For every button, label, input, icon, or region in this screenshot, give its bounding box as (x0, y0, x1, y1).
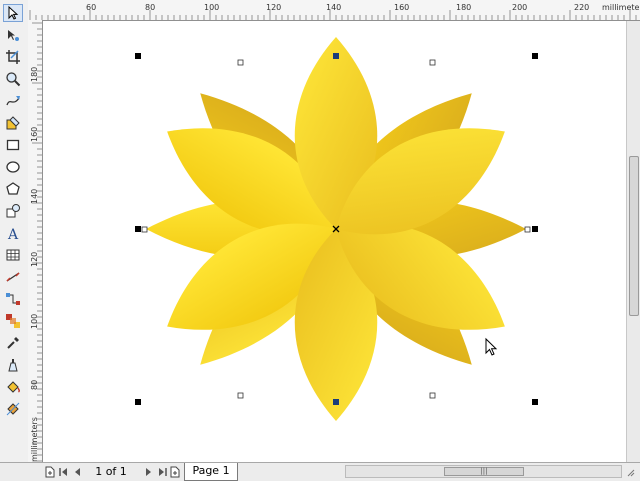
smart-fill-tool-icon[interactable] (3, 114, 23, 132)
selection-handle[interactable] (135, 399, 141, 405)
node-handle[interactable] (141, 226, 148, 233)
add-page-icon[interactable] (44, 465, 56, 479)
dimension-tool-icon[interactable] (3, 268, 23, 286)
vertical-ruler-labels: 180 160 140 120 100 80 millimeters (30, 67, 39, 462)
toolbox: A (0, 0, 29, 462)
basic-shapes-tool-icon[interactable] (3, 202, 23, 220)
ruler-label: 220 (574, 3, 589, 12)
resize-grip-icon[interactable] (624, 465, 636, 479)
node-handle[interactable] (237, 392, 244, 399)
page-counter: 1 of 1 (95, 465, 127, 478)
vertical-scroll-thumb[interactable] (629, 156, 639, 316)
node-handle[interactable] (429, 392, 436, 399)
tab-page-1[interactable]: Page 1 (184, 463, 238, 481)
text-tool-glyph: A (7, 227, 19, 241)
previous-page-icon[interactable] (72, 465, 84, 479)
ruler-label: 180 (30, 67, 39, 82)
rectangle-tool-icon[interactable] (3, 136, 23, 154)
ruler-label: 160 (394, 3, 409, 12)
zoom-tool-icon[interactable] (3, 70, 23, 88)
vertical-scrollbar[interactable] (626, 21, 640, 462)
node-handle[interactable] (524, 226, 531, 233)
table-tool-icon[interactable] (3, 246, 23, 264)
eyedropper-tool-icon[interactable] (3, 334, 23, 352)
ruler-unit-label: millimeters (602, 3, 640, 12)
node-handle[interactable] (333, 399, 339, 405)
ruler-label: 100 (30, 314, 39, 329)
node-handle[interactable] (237, 59, 244, 66)
ruler-label: 100 (204, 3, 219, 12)
next-page-icon[interactable] (142, 465, 154, 479)
ruler-label: 160 (30, 127, 39, 142)
node-handle[interactable] (333, 53, 339, 59)
ruler-unit-label: millimeters (30, 417, 39, 462)
shape-tool-icon[interactable] (3, 26, 23, 44)
interactive-fill-tool-icon[interactable] (3, 400, 23, 418)
ruler-label: 120 (266, 3, 281, 12)
last-page-icon[interactable] (156, 465, 168, 479)
freehand-tool-icon[interactable] (3, 92, 23, 110)
ruler-label: 80 (145, 3, 155, 12)
outline-tool-icon[interactable] (3, 356, 23, 374)
ruler-label: 80 (30, 380, 39, 390)
add-page-after-icon[interactable] (169, 465, 181, 479)
ellipse-tool-icon[interactable] (3, 158, 23, 176)
fill-tool-icon[interactable] (3, 378, 23, 396)
ruler-label: 140 (326, 3, 341, 12)
pick-tool-icon[interactable] (3, 4, 23, 22)
ruler-label: 60 (86, 3, 96, 12)
ruler-label: 140 (30, 189, 39, 204)
selection-handle[interactable] (135, 226, 141, 232)
horizontal-ruler-labels: 60 80 100 120 140 160 180 200 220 millim… (86, 3, 640, 12)
selection-handle[interactable] (532, 53, 538, 59)
node-handle[interactable] (429, 59, 436, 66)
crop-tool-icon[interactable] (3, 48, 23, 66)
horizontal-ruler[interactable]: 60 80 100 120 140 160 180 200 220 millim… (28, 0, 640, 21)
connector-tool-icon[interactable] (3, 290, 23, 308)
horizontal-scroll-thumb[interactable]: ||| (444, 467, 524, 476)
selection-handle[interactable] (532, 399, 538, 405)
vertical-ruler[interactable]: 180 160 140 120 100 80 millimeters (28, 20, 43, 462)
ruler-label: 200 (512, 3, 527, 12)
page-navigation-bar: 1 of 1 Page 1 ||| (0, 462, 640, 481)
drawing-canvas[interactable] (43, 21, 626, 462)
ruler-label: 120 (30, 252, 39, 267)
interactive-blend-tool-icon[interactable] (3, 312, 23, 330)
selection-handle[interactable] (532, 226, 538, 232)
selection-handle[interactable] (135, 53, 141, 59)
horizontal-scrollbar[interactable]: ||| (345, 465, 622, 478)
ruler-label: 180 (456, 3, 471, 12)
first-page-icon[interactable] (58, 465, 70, 479)
vertical-ruler-ticks (32, 22, 42, 462)
mouse-cursor-icon (485, 337, 498, 356)
polygon-tool-icon[interactable] (3, 180, 23, 198)
text-tool-icon[interactable]: A (3, 224, 23, 242)
